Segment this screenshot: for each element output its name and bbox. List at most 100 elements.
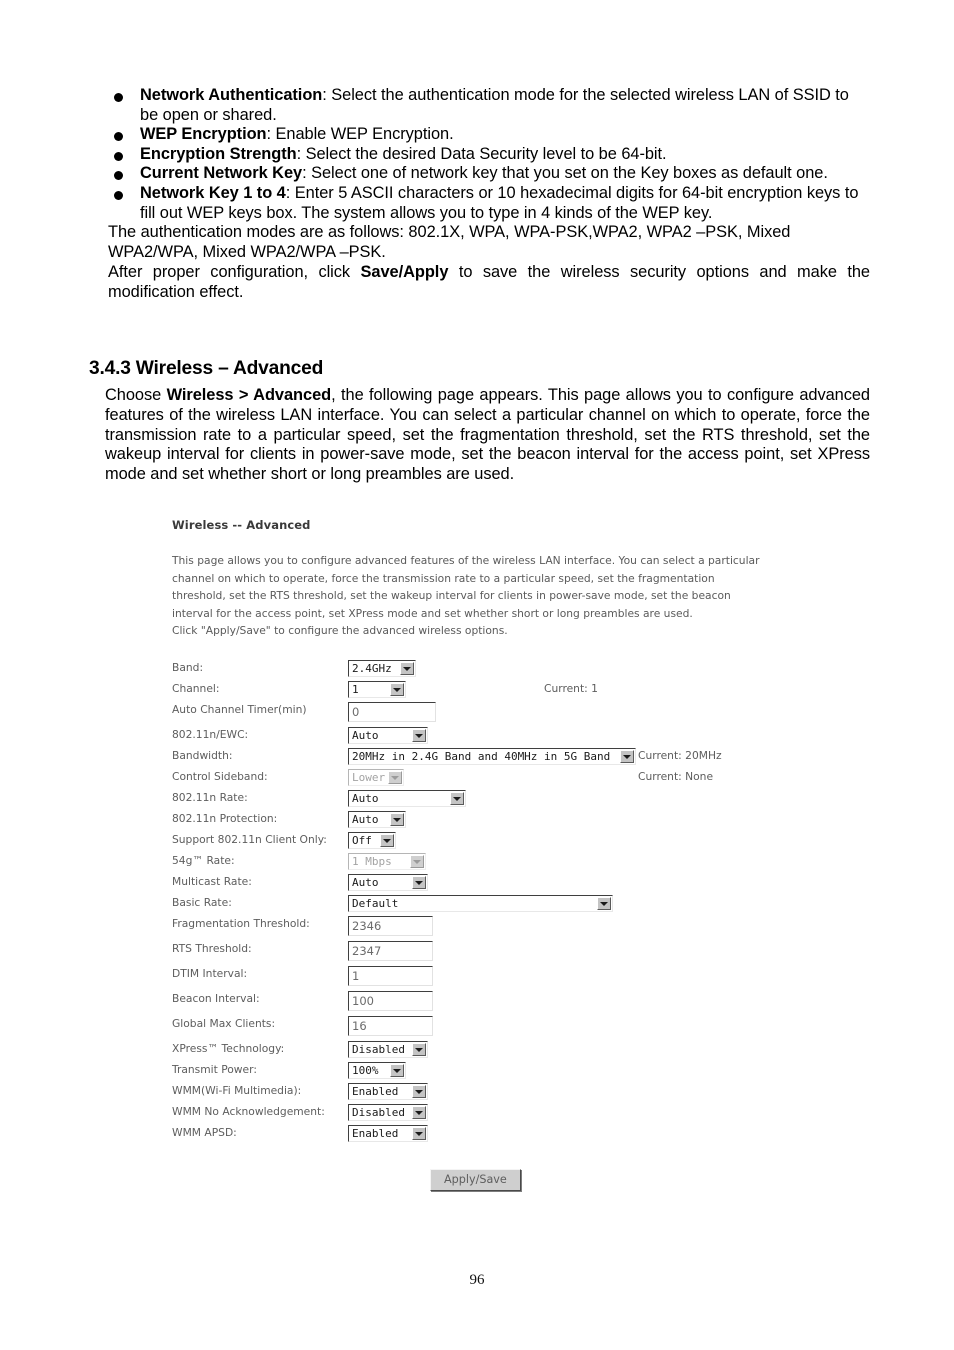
bullet-dot-icon: [114, 93, 123, 102]
select-basic-rate[interactable]: Default: [348, 894, 613, 912]
after-configuration-paragraph: After proper configuration, click Save/A…: [108, 263, 870, 303]
input-fragmentation-threshold[interactable]: 2346: [348, 915, 433, 936]
chevron-down-icon[interactable]: [412, 1105, 426, 1119]
select-value: Enabled: [352, 1084, 399, 1098]
select-multicast-rate[interactable]: Auto: [348, 873, 428, 891]
chevron-down-icon[interactable]: [412, 1084, 426, 1098]
chevron-down-icon[interactable]: [380, 833, 394, 847]
field-label: 802.11n Protection:: [172, 811, 278, 825]
form-row: 802.11n Rate: Auto: [172, 789, 812, 811]
chevron-down-icon: [388, 770, 402, 784]
select-54g-rate: 1 Mbps: [348, 852, 426, 870]
bullet-description: : Select one of network key that you set…: [302, 164, 828, 183]
chevron-down-icon[interactable]: [412, 1042, 426, 1056]
field-label: Band:: [172, 660, 204, 674]
form-row: Transmit Power: 100%: [172, 1061, 812, 1083]
form-row: Band: 2.4GHz: [172, 659, 812, 681]
current-value-text: Current: 20MHz: [638, 748, 722, 762]
field-control: Lower: [348, 768, 404, 788]
field-control: Auto: [348, 810, 406, 830]
form-row: Support 802.11n Client Only: Off: [172, 831, 812, 853]
select-802-11n-rate[interactable]: Auto: [348, 789, 466, 807]
select-channel[interactable]: 1: [348, 680, 406, 698]
field-control: Auto: [348, 789, 466, 809]
select-wmm-wi-fi-multimedia[interactable]: Enabled: [348, 1082, 428, 1100]
field-label: Support 802.11n Client Only:: [172, 832, 327, 846]
form-row: 802.11n/EWC: Auto: [172, 726, 812, 748]
page-title: 3.4.3 Wireless – Advanced: [89, 358, 324, 379]
bullet-dot-icon: [114, 132, 123, 142]
field-label: XPress™ Technology:: [172, 1041, 285, 1055]
field-control: 2346: [348, 915, 433, 936]
apply-save-button[interactable]: Apply/Save: [430, 1168, 521, 1191]
manual-body: Network Authentication: Select the authe…: [108, 86, 870, 302]
select-transmit-power[interactable]: 100%: [348, 1061, 406, 1079]
select-value: 20MHz in 2.4G Band and 40MHz in 5G Band: [352, 749, 611, 763]
input-dtim-interval[interactable]: 1: [348, 965, 433, 986]
field-control: Disabled: [348, 1103, 428, 1123]
select-wmm-no-acknowledgement[interactable]: Disabled: [348, 1103, 428, 1121]
form-row: Multicast Rate: Auto: [172, 873, 812, 895]
field-label: Control Sideband:: [172, 769, 268, 783]
form-row: WMM(Wi-Fi Multimedia): Enabled: [172, 1082, 812, 1104]
select-bandwidth[interactable]: 20MHz in 2.4G Band and 40MHz in 5G Band: [348, 747, 636, 765]
select-value: Auto: [352, 875, 379, 889]
chevron-down-icon[interactable]: [390, 812, 404, 826]
field-control: 2.4GHz: [348, 659, 416, 679]
chevron-down-icon[interactable]: [412, 1126, 426, 1140]
bullet-item: Current Network Key: Select one of netwo…: [108, 164, 870, 184]
field-control: Enabled: [348, 1082, 428, 1102]
form-row: RTS Threshold: 2347: [172, 940, 812, 966]
field-control: 1: [348, 965, 433, 986]
chevron-down-icon[interactable]: [620, 749, 634, 763]
select-802-11n-protection[interactable]: Auto: [348, 810, 406, 828]
bullet-term: Current Network Key: [140, 164, 303, 183]
bullet-term: WEP Encryption: [140, 125, 267, 144]
form-row: WMM APSD: Enabled: [172, 1124, 812, 1146]
select-xpress-technology[interactable]: Disabled: [348, 1040, 428, 1058]
select-support-802-11n-client-only[interactable]: Off: [348, 831, 396, 849]
input-global-max-clients[interactable]: 16: [348, 1015, 433, 1036]
input-auto-channel-timer-min[interactable]: 0: [348, 701, 436, 722]
select-band[interactable]: 2.4GHz: [348, 659, 416, 677]
apply-save-row: Apply/Save: [172, 1168, 812, 1191]
field-control: 1 Mbps: [348, 852, 426, 872]
select-value: Auto: [352, 791, 379, 805]
field-control: 100%: [348, 1061, 406, 1081]
field-label: WMM APSD:: [172, 1125, 237, 1139]
field-control: 16: [348, 1015, 433, 1036]
select-control-sideband: Lower: [348, 768, 404, 786]
intro-paragraph: Choose Wireless > Advanced, the followin…: [105, 386, 870, 485]
field-control: Default: [348, 894, 613, 914]
field-label: WMM(Wi-Fi Multimedia):: [172, 1083, 302, 1097]
form-row: Fragmentation Threshold: 2346: [172, 915, 812, 941]
select-wmm-apsd[interactable]: Enabled: [348, 1124, 428, 1142]
chevron-down-icon[interactable]: [390, 1063, 404, 1077]
field-label: Beacon Interval:: [172, 991, 260, 1005]
field-control: 1: [348, 680, 406, 700]
select-802-11n-ewc[interactable]: Auto: [348, 726, 428, 744]
chevron-down-icon[interactable]: [390, 682, 404, 696]
form-row: XPress™ Technology: Disabled: [172, 1040, 812, 1062]
auth-modes-paragraph: The authentication modes are as follows:…: [108, 223, 791, 261]
field-control: 20MHz in 2.4G Band and 40MHz in 5G Band: [348, 747, 636, 767]
input-beacon-interval[interactable]: 100: [348, 990, 433, 1011]
chevron-down-icon[interactable]: [412, 875, 426, 889]
input-rts-threshold[interactable]: 2347: [348, 940, 433, 961]
bullet-item: WEP Encryption: Enable WEP Encryption.: [108, 125, 870, 145]
field-control: 2347: [348, 940, 433, 961]
field-label: WMM No Acknowledgement:: [172, 1104, 325, 1118]
field-label: Global Max Clients:: [172, 1016, 276, 1030]
screenshot-heading: Wireless -- Advanced: [172, 518, 311, 532]
form-row: WMM No Acknowledgement: Disabled: [172, 1103, 812, 1125]
bullet-term: Network Authentication: [140, 86, 323, 104]
chevron-down-icon[interactable]: [597, 896, 611, 910]
form-row: Control Sideband: Lower Current: None: [172, 768, 812, 790]
chevron-down-icon[interactable]: [400, 661, 414, 675]
bullet-description: : Enable WEP Encryption.: [266, 125, 454, 144]
field-label: DTIM Interval:: [172, 966, 248, 980]
field-label: 54g™ Rate:: [172, 853, 235, 867]
chevron-down-icon[interactable]: [450, 791, 464, 805]
chevron-down-icon[interactable]: [412, 728, 426, 742]
field-control: Enabled: [348, 1124, 428, 1144]
